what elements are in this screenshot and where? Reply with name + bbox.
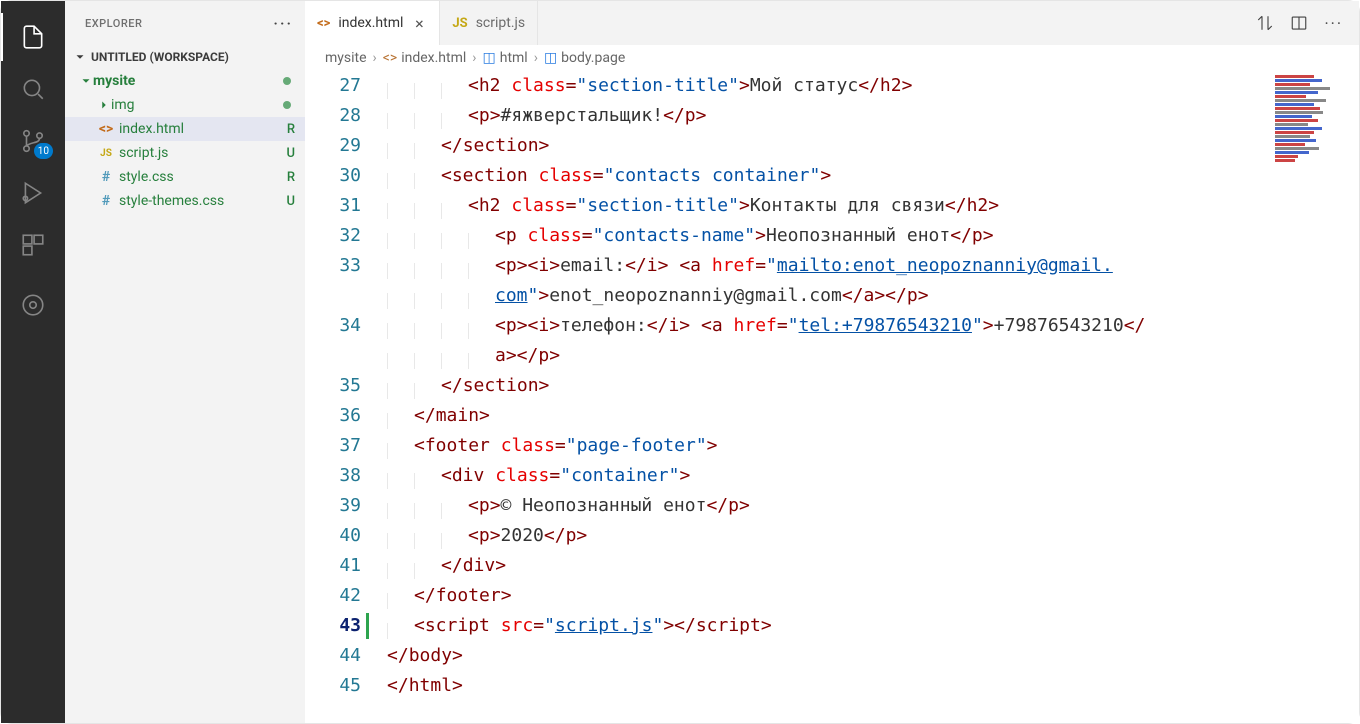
workspace-label: UNTITLED (WORKSPACE) [91,50,229,64]
git-status: U [286,146,295,161]
sidebar: EXPLORER ··· UNTITLED (WORKSPACE) mysite… [65,1,305,723]
breadcrumb-symbol: ◫ html [483,50,528,66]
tab-script-js[interactable]: JS script.js [440,1,538,45]
folder-img[interactable]: img [65,93,305,117]
file-label: style-themes.css [119,193,224,209]
explorer-more-icon[interactable]: ··· [273,14,293,33]
explorer-title: EXPLORER [85,17,142,30]
chevron-right-icon: › [373,50,377,66]
code-content[interactable]: <h2 class="section-title">Мой статус</h2… [385,71,1359,701]
tab-bar: <> index.html × JS script.js ··· [305,1,1359,45]
file-label: script.js [119,145,168,161]
file-label: index.html [119,121,184,137]
chevron-right-icon: › [472,50,476,66]
debug-icon [20,180,46,206]
js-file-icon: JS [452,16,467,31]
search-activity[interactable] [9,65,57,113]
editor-area: <> index.html × JS script.js ··· mysite … [305,1,1359,723]
breadcrumb-file: <> index.html [383,50,467,66]
modified-indicator [283,101,291,109]
html-file-icon: <> [317,16,330,31]
folder-label: img [111,97,135,113]
compare-icon[interactable] [1256,14,1274,32]
extensions-activity[interactable] [9,221,57,269]
workspace-header[interactable]: UNTITLED (WORKSPACE) [65,45,305,69]
sidebar-header: EXPLORER ··· [65,1,305,45]
git-status: R [287,170,295,185]
file-style-themes-css[interactable]: # style-themes.css U [65,189,305,213]
breadcrumb-symbol: ◫ body.page [544,50,625,66]
modified-indicator [283,77,291,85]
tab-label: index.html [338,15,403,31]
chevron-right-icon [97,98,111,112]
explorer-activity[interactable] [9,13,57,61]
activity-bar: 10 [1,1,65,723]
folder-mysite[interactable]: mysite [65,69,305,93]
tab-label: script.js [476,15,525,31]
more-actions-icon[interactable]: ··· [1324,14,1343,33]
file-script-js[interactable]: JS script.js U [65,141,305,165]
file-style-css[interactable]: # style.css R [65,165,305,189]
chevron-right-icon: › [534,50,538,66]
cube-icon: ◫ [544,50,557,66]
file-label: style.css [119,169,174,185]
remote-icon [20,292,46,318]
debug-activity[interactable] [9,169,57,217]
git-status: R [287,122,295,137]
tab-index-html[interactable]: <> index.html × [305,1,440,45]
cube-icon: ◫ [483,50,496,66]
close-icon[interactable]: × [411,14,427,33]
scm-badge: 10 [34,143,53,159]
git-status: U [286,194,295,209]
search-icon [20,76,46,102]
chevron-down-icon [73,50,87,64]
folder-label: mysite [93,73,135,89]
html-file-icon: <> [383,50,397,66]
editor-actions: ··· [1256,1,1359,45]
editor[interactable]: 27 28 29 30 31 32 33 34 35 36 37 38 39 4… [305,71,1359,723]
file-index-html[interactable]: <> index.html R [65,117,305,141]
files-icon [20,24,46,50]
html-file-icon: <> [97,121,115,137]
js-file-icon: JS [97,148,115,159]
scm-activity[interactable]: 10 [9,117,57,165]
extensions-icon [20,232,46,258]
line-gutter: 27 28 29 30 31 32 33 34 35 36 37 38 39 4… [305,71,385,701]
css-file-icon: # [97,169,115,185]
breadcrumb-folder: mysite [325,50,367,66]
remote-activity[interactable] [9,281,57,329]
css-file-icon: # [97,193,115,209]
chevron-down-icon [79,74,93,88]
split-editor-icon[interactable] [1290,14,1308,32]
breadcrumb[interactable]: mysite › <> index.html › ◫ html › ◫ body… [305,45,1359,71]
